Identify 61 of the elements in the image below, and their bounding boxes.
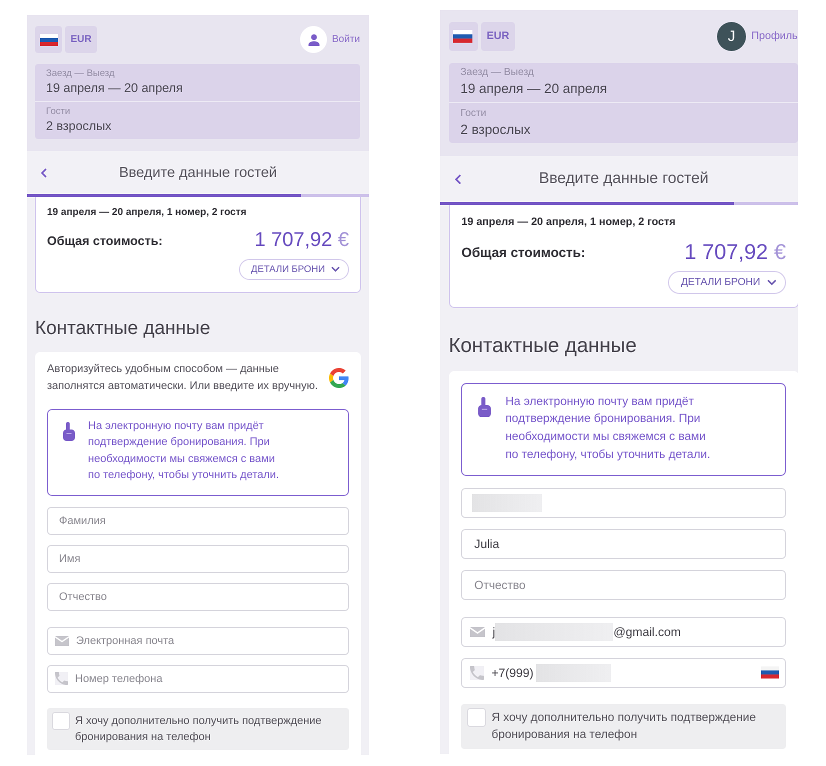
input-field[interactable]: Номер телефона xyxy=(47,664,349,692)
page-title: Введите данные гостей xyxy=(118,164,278,180)
field-value[interactable]: 2 взрослых xyxy=(460,120,530,138)
chevron-left-icon xyxy=(455,174,462,184)
total-price: 1 707,92 € xyxy=(254,229,349,252)
profile-avatar[interactable]: J xyxy=(716,22,746,51)
checkbox[interactable] xyxy=(466,708,486,728)
checkbox[interactable] xyxy=(52,712,70,730)
booking-dates: 19 апреля — 20 апреля, 1 номер, 2 гостя xyxy=(47,206,248,218)
language-button[interactable] xyxy=(448,22,478,51)
account-link[interactable]: Профиль xyxy=(751,30,798,42)
details-button[interactable]: ДЕТАЛИ БРОНИ xyxy=(239,258,349,280)
mail-icon xyxy=(55,636,69,646)
chevron-down-icon xyxy=(766,279,776,286)
phone-icon xyxy=(470,666,484,680)
flag-icon xyxy=(453,30,473,43)
language-button[interactable] xyxy=(35,26,62,53)
booking-dates: 19 апреля — 20 апреля, 1 номер, 2 гостя xyxy=(461,216,676,228)
avatar-icon[interactable] xyxy=(300,26,328,53)
checkbox-label[interactable]: Я хочу дополнительно получить подтверждение бронирования на телефон xyxy=(75,712,344,744)
section-heading: Контактные данные xyxy=(448,334,638,358)
phone-icon xyxy=(55,672,68,685)
field-label: Заезд — Выезд xyxy=(460,66,534,79)
input-field[interactable]: +7(999) xyxy=(461,658,786,688)
pointing-hand-icon xyxy=(477,396,493,418)
currency-button[interactable]: EUR xyxy=(65,26,97,53)
input-field[interactable]: Отчество xyxy=(461,570,786,600)
account-link[interactable]: Войти xyxy=(332,34,360,45)
back-button[interactable] xyxy=(41,168,47,178)
pointing-hand-icon xyxy=(62,422,76,440)
section-heading: Контактные данные xyxy=(34,318,212,340)
google-icon[interactable] xyxy=(329,368,349,388)
field-label: Гости xyxy=(46,106,70,117)
input-field[interactable]: Отчество xyxy=(47,582,349,610)
total-price: 1 707,92 € xyxy=(684,240,786,265)
flag-icon[interactable] xyxy=(761,666,780,680)
input-field[interactable]: Фамилия xyxy=(47,506,349,534)
field-value[interactable]: 19 апреля — 20 апреля xyxy=(46,80,183,96)
input-field[interactable]: Julia xyxy=(461,528,786,559)
input-field[interactable] xyxy=(461,488,786,518)
flag-icon xyxy=(40,34,58,46)
field-label: Заезд — Выезд xyxy=(46,68,114,79)
checkbox-label[interactable]: Я хочу дополнительно получить подтверждение бронирования на телефон xyxy=(492,709,780,744)
input-field[interactable]: j @gmail.com xyxy=(461,616,786,647)
info-text: На электронную почту вам придёт подтверждение бронирования. При необходимости мы свяжемся с вами по телефону, чтобы уточнить детали. xyxy=(505,392,712,463)
input-field[interactable]: Электронная почта xyxy=(47,626,349,654)
chevron-down-icon xyxy=(331,266,340,272)
field-value[interactable]: 2 взрослых xyxy=(46,118,112,134)
auth-hint: Авторизуйтесь удобным способом — данные заполнятся автоматически. Или введите их вручную. xyxy=(47,362,319,394)
page-title: Введите данные гостей xyxy=(538,170,710,188)
chevron-left-icon xyxy=(41,168,47,178)
back-button[interactable] xyxy=(455,174,462,184)
total-label: Общая стоимость: xyxy=(461,244,586,260)
currency-button[interactable]: EUR xyxy=(480,22,516,51)
total-label: Общая стоимость: xyxy=(47,234,163,248)
details-button[interactable]: ДЕТАЛИ БРОНИ xyxy=(668,271,786,294)
mail-icon xyxy=(470,626,485,638)
info-text: На электронную почту вам придёт подтверждение бронирования. При необходимости мы свяжемся с вами по телефону, чтобы уточнить детали. xyxy=(88,418,280,483)
field-value[interactable]: 19 апреля — 20 апреля xyxy=(460,80,608,97)
field-label: Гости xyxy=(460,108,486,120)
input-field[interactable]: Имя xyxy=(47,544,349,572)
